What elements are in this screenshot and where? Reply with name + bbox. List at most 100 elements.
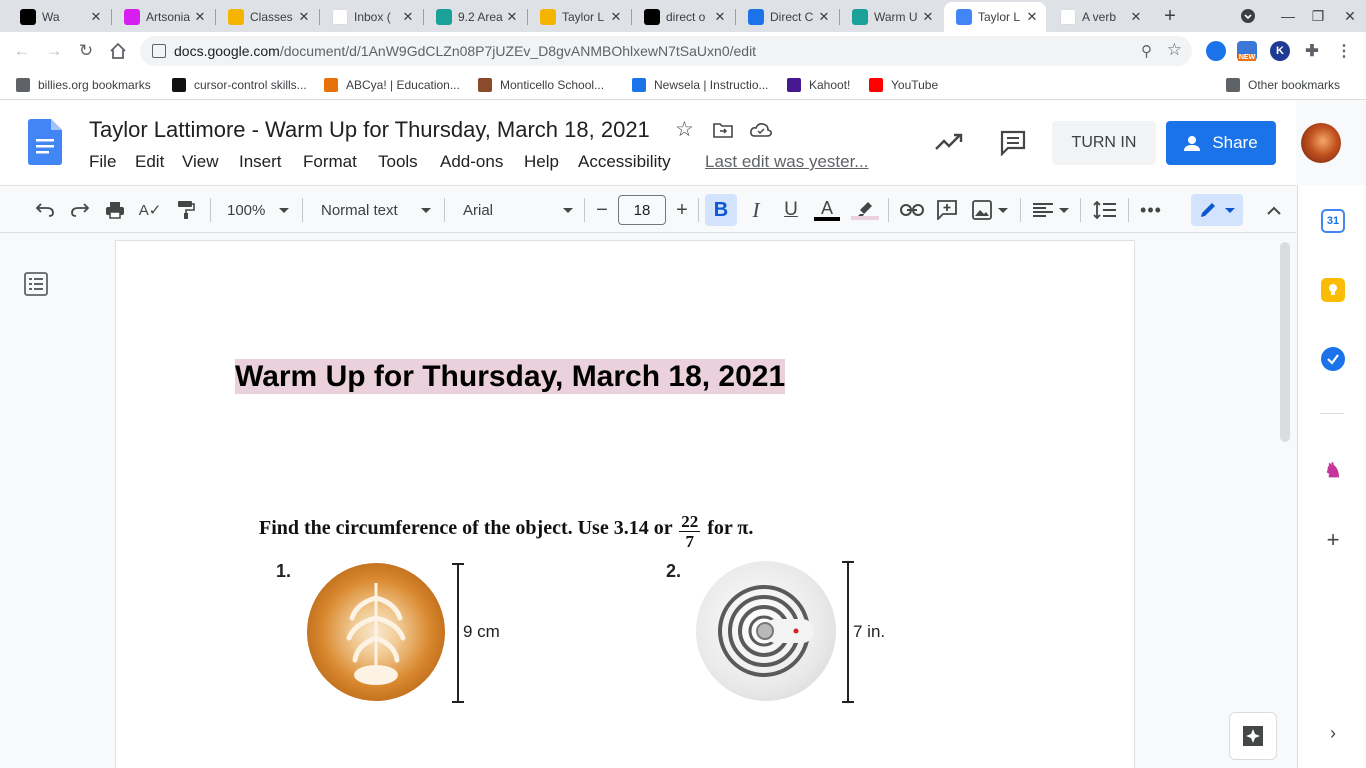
close-tab-icon[interactable]: ✕ — [920, 9, 936, 25]
close-tab-icon[interactable]: ✕ — [192, 9, 208, 25]
explore-button[interactable] — [1229, 712, 1277, 760]
browser-tab[interactable]: Taylor L ✕ — [944, 2, 1046, 32]
vertical-scrollbar[interactable] — [1280, 242, 1290, 442]
paint-format-icon[interactable] — [174, 198, 198, 222]
highlight-color-button[interactable] — [851, 198, 879, 222]
extension-new-icon[interactable]: NEW — [1237, 41, 1257, 61]
doc-title[interactable]: Taylor Lattimore - Warm Up for Thursday,… — [89, 117, 650, 143]
document-heading[interactable]: Warm Up for Thursday, March 18, 2021 — [235, 359, 786, 394]
bookmark-item[interactable]: Kahoot! — [787, 76, 850, 94]
extension-globe-icon[interactable] — [1206, 41, 1226, 61]
close-tab-icon[interactable]: ✕ — [1128, 9, 1144, 25]
more-options-icon[interactable]: ••• — [1139, 198, 1163, 222]
browser-tab[interactable]: A verb ✕ — [1048, 2, 1150, 32]
bookmark-item[interactable]: YouTube — [869, 76, 938, 94]
reload-button[interactable]: ↻ — [74, 39, 98, 63]
underline-button[interactable]: U — [779, 198, 803, 222]
close-tab-icon[interactable]: ✕ — [712, 9, 728, 25]
minimize-button[interactable]: — — [1272, 0, 1304, 32]
document-page[interactable] — [115, 240, 1135, 768]
menu-edit[interactable]: Edit — [135, 152, 164, 172]
vent-image[interactable] — [696, 561, 836, 701]
browser-tab[interactable]: Taylor L ✕ — [528, 2, 630, 32]
move-folder-icon[interactable] — [713, 122, 733, 138]
menu-insert[interactable]: Insert — [239, 152, 282, 172]
tab-search-icon[interactable] — [1232, 0, 1264, 32]
line-spacing-icon[interactable] — [1091, 198, 1117, 222]
browser-tab[interactable]: Artsonia ✕ — [112, 2, 214, 32]
insert-link-icon[interactable] — [899, 198, 925, 222]
redo-icon[interactable] — [68, 198, 92, 222]
print-icon[interactable] — [103, 198, 127, 222]
browser-tab[interactable]: Warm U ✕ — [840, 2, 942, 32]
other-bookmarks[interactable]: Other bookmarks — [1226, 76, 1340, 94]
font-size-input[interactable]: 18 — [618, 195, 666, 225]
forward-button[interactable]: → — [42, 39, 66, 63]
docs-logo-icon[interactable] — [28, 119, 62, 165]
menu-accessibility[interactable]: Accessibility — [578, 152, 671, 172]
close-tab-icon[interactable]: ✕ — [608, 9, 624, 25]
close-tab-icon[interactable]: ✕ — [88, 9, 104, 25]
get-addons-icon[interactable]: + — [1321, 527, 1345, 552]
menu-format[interactable]: Format — [303, 152, 357, 172]
calendar-icon[interactable]: 31 — [1321, 209, 1345, 233]
tasks-icon[interactable] — [1321, 347, 1345, 371]
last-edit-link[interactable]: Last edit was yester... — [705, 152, 868, 172]
turn-in-button[interactable]: TURN IN — [1052, 121, 1156, 165]
chrome-menu-icon[interactable]: ⋮ — [1334, 41, 1354, 61]
unicorn-addon-icon[interactable]: ♞ — [1321, 458, 1345, 482]
bookmark-item[interactable]: Monticello School... — [478, 76, 604, 94]
editing-mode-dropdown[interactable] — [1191, 194, 1243, 226]
text-color-button[interactable]: A — [814, 198, 840, 222]
share-button[interactable]: Share — [1166, 121, 1276, 165]
font-dropdown[interactable]: Arial — [463, 198, 575, 222]
site-info-icon[interactable] — [152, 44, 166, 58]
bookmark-item[interactable]: Newsela | Instructio... — [632, 76, 769, 94]
style-dropdown[interactable]: Normal text — [321, 198, 433, 222]
document-outline-icon[interactable] — [24, 272, 48, 296]
keep-icon[interactable] — [1321, 278, 1345, 302]
bookmark-item[interactable]: cursor-control skills... — [172, 76, 307, 94]
browser-tab[interactable]: direct o ✕ — [632, 2, 734, 32]
bookmark-star-icon[interactable]: ☆ — [1167, 40, 1182, 60]
menu-file[interactable]: File — [89, 152, 116, 172]
cloud-status-icon[interactable] — [750, 122, 772, 138]
restore-button[interactable]: ❐ — [1302, 0, 1334, 32]
insert-image-icon[interactable] — [970, 198, 1010, 222]
show-side-panel-icon[interactable]: › — [1321, 721, 1345, 745]
italic-button[interactable]: I — [744, 198, 768, 222]
browser-tab[interactable]: Wa ✕ — [8, 2, 110, 32]
bookmark-item[interactable]: ABCya! | Education... — [324, 76, 460, 94]
menu-addons[interactable]: Add-ons — [440, 152, 503, 172]
new-tab-button[interactable]: + — [1158, 4, 1182, 28]
zoom-dropdown[interactable]: 100% — [227, 198, 293, 222]
add-comment-icon[interactable] — [935, 198, 959, 222]
close-tab-icon[interactable]: ✕ — [816, 9, 832, 25]
menu-view[interactable]: View — [182, 152, 219, 172]
close-window-button[interactable]: ✕ — [1334, 0, 1366, 32]
bookmark-item[interactable]: billies.org bookmarks — [16, 76, 151, 94]
align-dropdown[interactable] — [1032, 198, 1070, 222]
avatar[interactable] — [1301, 123, 1341, 163]
comments-icon[interactable] — [1000, 130, 1026, 156]
decrease-font-size-button[interactable]: − — [590, 198, 614, 222]
address-bar[interactable]: docs.google.com/document/d/1AnW9GdCLZn08… — [140, 36, 1192, 66]
close-tab-icon[interactable]: ✕ — [400, 9, 416, 25]
menu-tools[interactable]: Tools — [378, 152, 418, 172]
problem-statement[interactable]: Find the circumference of the object. Us… — [259, 510, 753, 551]
home-button[interactable] — [106, 39, 130, 63]
extension-k-icon[interactable]: K — [1270, 41, 1290, 61]
browser-tab[interactable]: Direct C ✕ — [736, 2, 838, 32]
close-tab-icon[interactable]: ✕ — [504, 9, 520, 25]
activity-trend-icon[interactable] — [935, 133, 963, 151]
back-button[interactable]: ← — [10, 39, 34, 63]
browser-tab[interactable]: 9.2 Area ✕ — [424, 2, 526, 32]
latte-image[interactable] — [307, 563, 445, 701]
bold-button[interactable]: B — [705, 194, 737, 226]
extensions-puzzle-icon[interactable]: ✚ — [1302, 41, 1322, 61]
undo-icon[interactable] — [33, 198, 57, 222]
collapse-menus-icon[interactable] — [1262, 198, 1286, 222]
browser-tab[interactable]: Classes ✕ — [216, 2, 318, 32]
spellcheck-icon[interactable]: A✓ — [138, 198, 162, 222]
increase-font-size-button[interactable]: + — [670, 198, 694, 222]
